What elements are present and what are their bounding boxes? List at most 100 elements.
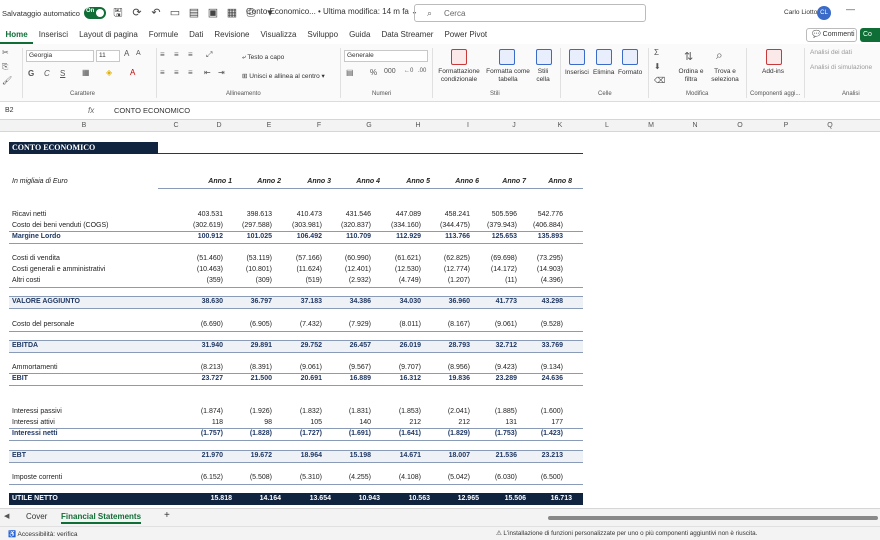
column-header[interactable]: D — [194, 120, 244, 132]
tab-insert[interactable]: Inserisci — [33, 26, 73, 44]
borders-icon[interactable]: ▦ — [82, 68, 90, 77]
tab-formulas[interactable]: Formule — [143, 26, 183, 44]
sheet-tab-cover[interactable]: Cover — [26, 512, 47, 521]
tab-developer[interactable]: Sviluppo — [302, 26, 344, 44]
addins-button[interactable]: Add-ins — [762, 68, 784, 75]
copy-icon[interactable]: ⎘ — [2, 62, 8, 72]
add-sheet-button[interactable]: + — [164, 510, 170, 521]
image-icon[interactable]: ▣ — [206, 6, 220, 20]
year-header[interactable]: Anno 2 — [229, 178, 281, 185]
format-as-table-button[interactable]: Formatta come tabella — [484, 68, 532, 84]
insert-cells-icon[interactable] — [569, 49, 585, 65]
bold-icon[interactable]: G — [28, 69, 34, 78]
sort-filter-button[interactable]: Ordina e filtra — [676, 68, 706, 84]
conditional-format-icon[interactable] — [451, 49, 467, 65]
addins-icon[interactable] — [766, 49, 782, 65]
what-if-button[interactable]: Analisi di simulazione — [810, 64, 872, 71]
column-header[interactable]: J — [489, 120, 539, 132]
italic-icon[interactable]: C — [44, 69, 50, 78]
merge-center-button[interactable]: ⊞ Unisci e allinea al centro ▾ — [242, 72, 325, 80]
column-header[interactable]: K — [535, 120, 585, 132]
delete-cells-icon[interactable] — [596, 49, 612, 65]
column-header[interactable]: E — [244, 120, 294, 132]
table-row[interactable]: Costi generali e amministrativi (10.463) (… — [0, 265, 880, 276]
sync-icon[interactable]: ⟳ — [130, 6, 144, 20]
column-header[interactable]: H — [393, 120, 443, 132]
column-header[interactable]: I — [443, 120, 493, 132]
decrease-indent-icon[interactable]: ⇤ — [204, 68, 211, 77]
column-header[interactable]: C — [158, 120, 194, 132]
share-button[interactable]: Co — [860, 28, 880, 42]
tab-page-layout[interactable]: Layout di pagina — [74, 26, 144, 44]
save-icon[interactable]: 🖫 — [111, 6, 125, 20]
format-painter-icon[interactable]: 🖌 — [2, 76, 12, 85]
avatar[interactable]: CL — [817, 6, 831, 20]
year-header[interactable]: Anno 4 — [328, 178, 380, 185]
format-as-table-icon[interactable] — [499, 49, 515, 65]
tab-review[interactable]: Revisione — [209, 26, 255, 44]
unit-label[interactable]: In migliaia di Euro — [12, 178, 68, 185]
column-header[interactable]: P — [764, 120, 808, 132]
search-input[interactable]: ⌕ Cerca — [414, 4, 646, 22]
document-title[interactable]: Conto Economico... • Ultima modifica: 14… — [246, 7, 418, 16]
year-header[interactable]: Anno 5 — [378, 178, 430, 185]
undo-icon[interactable]: ↶ — [149, 6, 163, 20]
accounting-format-icon[interactable]: ▤ — [346, 68, 354, 77]
conditional-format-button[interactable]: Formattazione condizionale — [437, 68, 481, 84]
align-middle-icon[interactable]: ≡ — [174, 50, 179, 59]
tab-home[interactable]: Home — [0, 26, 34, 44]
tab-data-streamer[interactable]: Data Streamer — [376, 26, 439, 44]
accessibility-status[interactable]: ♿ Accessibilità: verifica — [8, 530, 78, 538]
year-header[interactable]: Anno 7 — [474, 178, 526, 185]
align-top-icon[interactable]: ≡ — [160, 50, 165, 59]
find-select-icon[interactable]: ⌕ — [716, 48, 723, 63]
column-header[interactable]: N — [673, 120, 717, 132]
tab-prev-icon[interactable]: ◀ — [4, 512, 9, 520]
table-row[interactable]: Imposte correnti (6.152) (5.508) (5.310) (4.… — [0, 473, 880, 484]
column-header[interactable]: B — [10, 120, 158, 132]
table-row[interactable]: Costo del personale (6.690) (6.905) (7.432)… — [0, 320, 880, 331]
wrap-text-button[interactable]: ⤶ Testo a capo — [242, 54, 284, 62]
clear-icon[interactable]: ⌫ — [654, 76, 665, 85]
table-row[interactable]: Ricavi netti 403.531 398.613 410.473 431.546… — [0, 210, 880, 221]
delete-cells-button[interactable]: Elimina — [593, 69, 614, 76]
align-center-icon[interactable]: ≡ — [174, 68, 179, 77]
column-header[interactable]: Q — [808, 120, 852, 132]
orientation-icon[interactable]: ⤢ — [206, 50, 212, 60]
autosum-icon[interactable]: Σ — [654, 48, 659, 57]
underline-icon[interactable]: S — [60, 69, 65, 78]
column-header[interactable]: F — [294, 120, 344, 132]
increase-indent-icon[interactable]: ⇥ — [218, 68, 225, 77]
table-row[interactable]: Costi di vendita (51.460) (53.119) (57.166)… — [0, 254, 880, 265]
cell-styles-icon[interactable] — [536, 49, 552, 65]
decrease-font-icon[interactable]: A — [136, 50, 141, 57]
sort-filter-icon[interactable]: ⇅ — [684, 50, 693, 63]
table-row[interactable]: VALORE AGGIUNTO 38.630 36.797 37.183 34.386 3… — [9, 297, 583, 308]
table-row[interactable]: Altri costi (359) (309) (519) (2.932) (4.749)… — [0, 276, 880, 287]
increase-font-icon[interactable]: A — [124, 49, 129, 58]
analyze-data-button[interactable]: Analisi dei dati — [810, 49, 852, 56]
formula-input[interactable]: CONTO ECONOMICO — [114, 106, 190, 115]
cell-styles-button[interactable]: Stili cella — [531, 68, 555, 84]
align-bottom-icon[interactable]: ≡ — [188, 50, 193, 59]
column-header[interactable]: G — [344, 120, 394, 132]
new-file-icon[interactable]: ▭ — [168, 6, 182, 20]
tab-view[interactable]: Visualizza — [255, 26, 302, 44]
minimize-icon[interactable]: — — [846, 4, 855, 14]
format-cells-icon[interactable] — [622, 49, 638, 65]
sheet-tab-financial-statements[interactable]: Financial Statements — [61, 512, 142, 524]
autosave-toggle[interactable]: On — [83, 7, 106, 19]
tab-data[interactable]: Dati — [184, 26, 209, 44]
font-name-select[interactable]: Georgia — [26, 50, 94, 62]
format-cells-button[interactable]: Formato — [618, 69, 642, 76]
year-header[interactable]: Anno 1 — [180, 178, 232, 185]
year-header[interactable]: Anno 3 — [279, 178, 331, 185]
align-left-icon[interactable]: ≡ — [160, 68, 165, 77]
find-select-button[interactable]: Trova e seleziona — [706, 68, 744, 84]
table-icon[interactable]: ▦ — [225, 6, 239, 20]
fill-color-icon[interactable]: ◈ — [106, 68, 112, 77]
year-header[interactable]: Anno 8 — [520, 178, 572, 185]
table-row[interactable]: EBITDA 31.940 29.891 29.752 26.457 26.019 28.7… — [9, 341, 583, 352]
column-header[interactable]: L — [585, 120, 629, 132]
column-header[interactable]: O — [718, 120, 762, 132]
